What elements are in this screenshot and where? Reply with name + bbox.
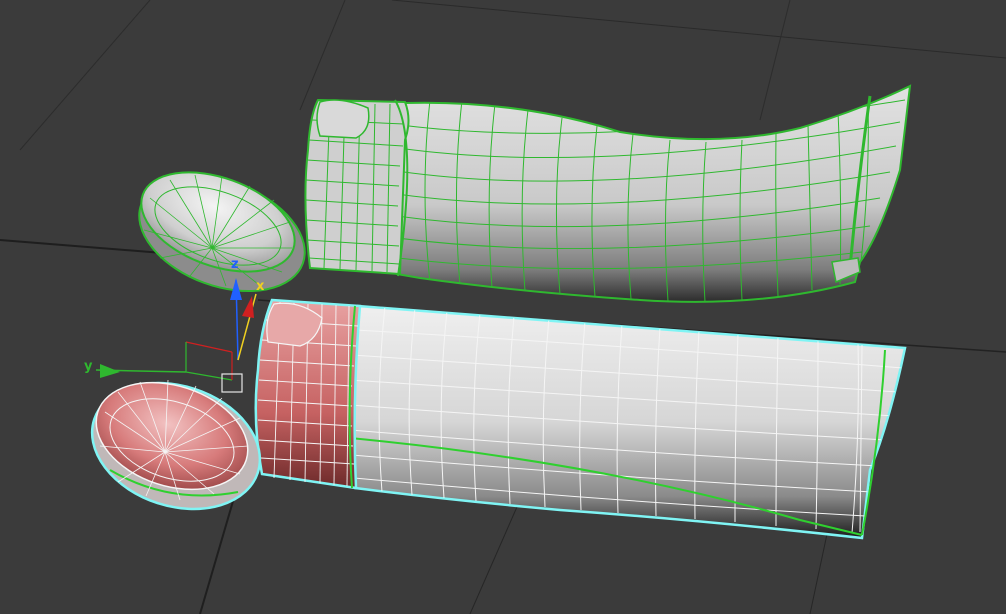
gizmo-x-label: x xyxy=(256,279,265,294)
3d-viewport[interactable]: z x y xyxy=(0,0,1006,614)
tube-neck-selected[interactable] xyxy=(254,298,362,490)
viewport-canvas[interactable]: z x y xyxy=(0,0,1006,614)
gizmo-z-label: z xyxy=(231,257,239,272)
gizmo-y-label: y xyxy=(84,359,93,374)
tube-neck-unselected[interactable] xyxy=(304,98,410,277)
